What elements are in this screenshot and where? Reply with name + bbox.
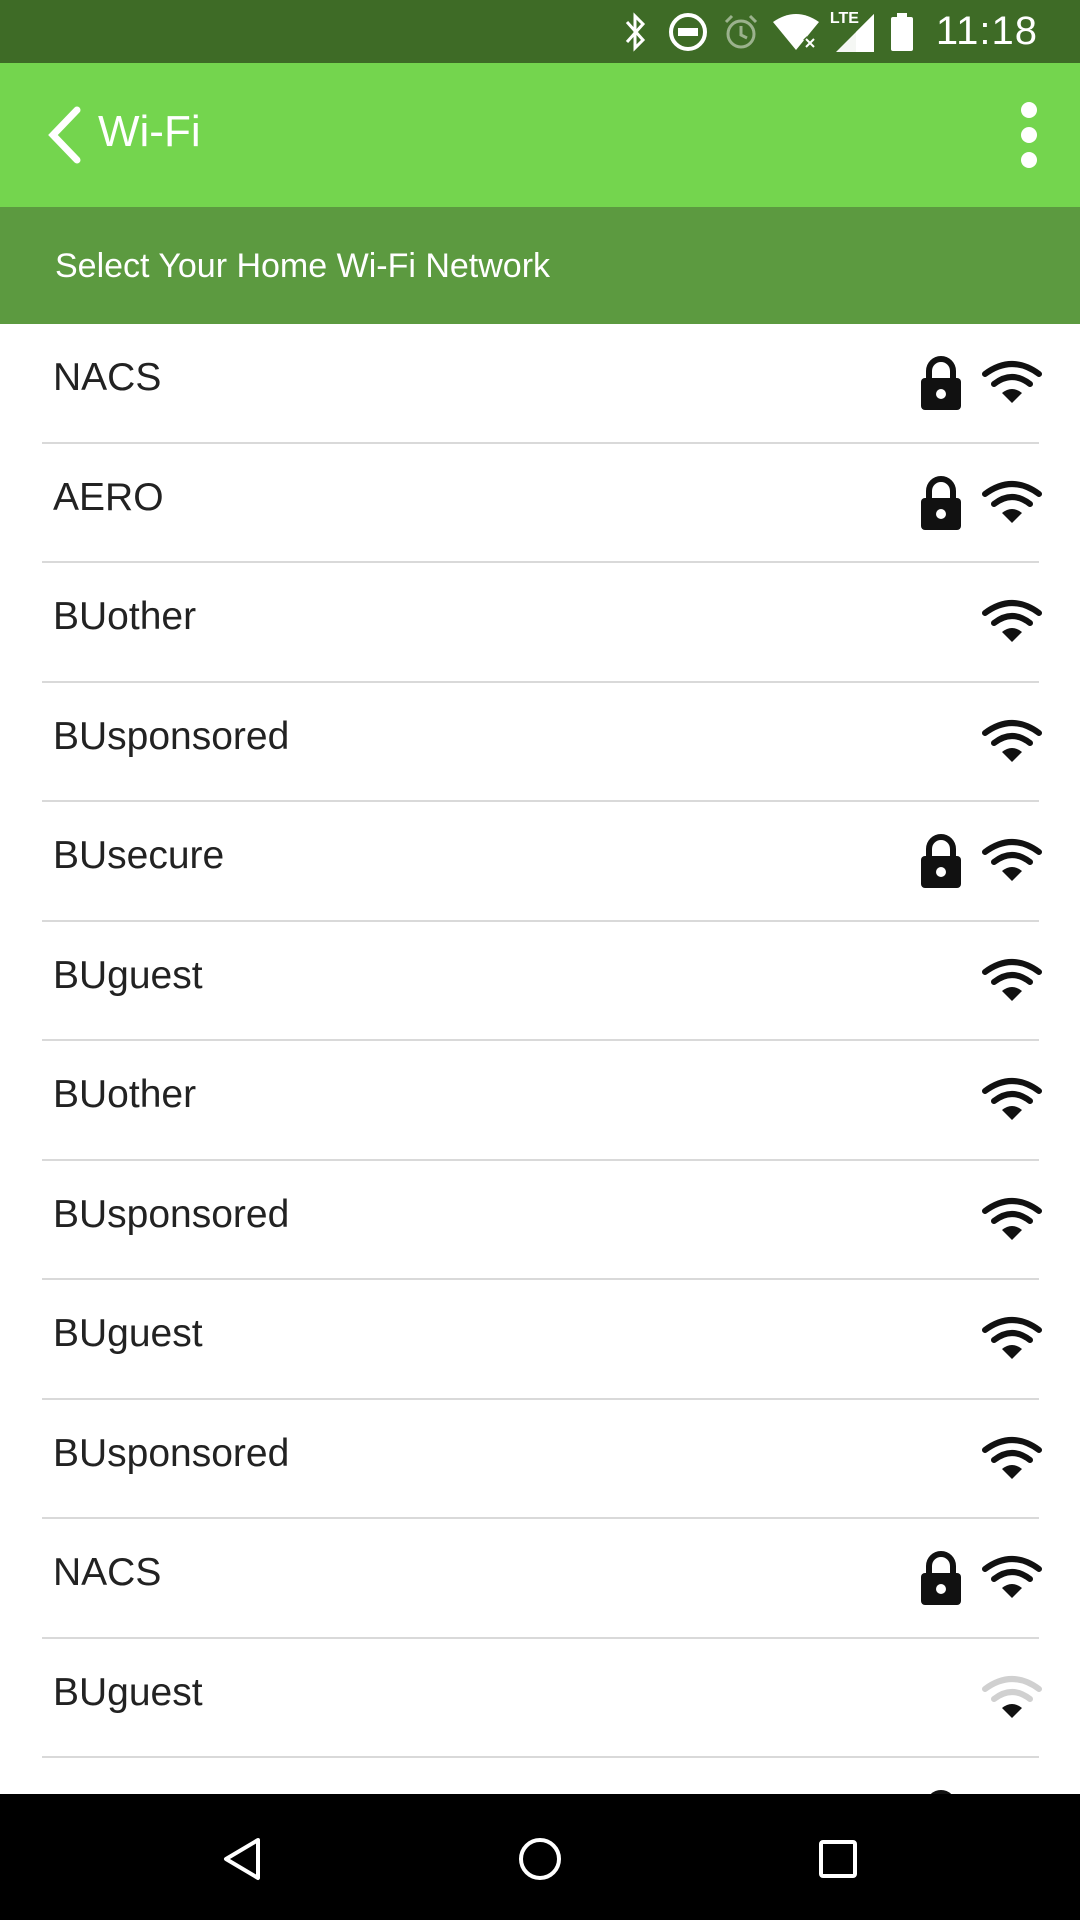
wifi-no-internet-icon [766, 0, 826, 63]
alarm-icon [716, 0, 766, 63]
network-row[interactable]: BUguest [0, 1280, 1080, 1400]
wifi-signal-full-icon [982, 958, 1042, 1004]
network-name: NACS [53, 1551, 162, 1594]
network-name: BUother [53, 595, 197, 638]
home-nav-button[interactable] [505, 1824, 575, 1894]
network-name: BUother [53, 1073, 197, 1116]
wifi-signal-full-icon [982, 719, 1042, 765]
network-row[interactable]: BUother [0, 1041, 1080, 1161]
wifi-signal-full-icon [982, 480, 1042, 526]
wifi-signal-full-icon [982, 1436, 1042, 1482]
network-row[interactable]: BUsponsored [0, 1400, 1080, 1519]
back-nav-button[interactable] [207, 1824, 277, 1894]
lock-icon [918, 834, 964, 890]
recents-nav-icon [819, 1840, 857, 1878]
network-name: BUsponsored [53, 714, 290, 758]
network-name: BUguest [53, 1312, 203, 1355]
bluetooth-icon [612, 0, 660, 63]
network-row[interactable]: NACS [0, 1519, 1080, 1639]
network-row[interactable]: BUother [0, 563, 1080, 683]
network-name: AERO [53, 475, 164, 519]
network-name: BUsecure [53, 834, 225, 877]
network-name: BUsponsored [53, 1431, 290, 1475]
wifi-signal-full-icon [982, 1197, 1042, 1243]
network-name: BUsponsored [53, 1192, 290, 1236]
network-name: NACS [53, 356, 162, 399]
network-row[interactable]: BUguest [0, 1639, 1080, 1758]
system-nav-bar [0, 1794, 1080, 1920]
network-row[interactable]: AERO [0, 444, 1080, 563]
network-row[interactable]: BUsecure [0, 802, 1080, 922]
battery-icon [882, 0, 922, 63]
back-nav-icon [224, 1838, 260, 1880]
network-row[interactable]: NACS [0, 324, 1080, 444]
lock-icon [918, 1551, 964, 1607]
recents-nav-button[interactable] [803, 1824, 873, 1894]
section-header-text: Select Your Home Wi-Fi Network [55, 247, 551, 285]
wifi-signal-full-icon [982, 599, 1042, 645]
network-row[interactable]: BUsponsored [0, 1161, 1080, 1280]
network-name: BUguest [53, 953, 203, 997]
clock: 11:18 [935, 9, 1038, 53]
back-button[interactable] [30, 103, 100, 167]
wifi-signal-full-icon [982, 1316, 1042, 1362]
do-not-disturb-icon [660, 0, 716, 63]
lock-icon [918, 475, 964, 532]
wifi-signal-full-icon [982, 1555, 1042, 1601]
network-name: BUguest [53, 1670, 203, 1714]
network-type-label: LTE [829, 10, 859, 27]
wifi-signal-full-icon [982, 1077, 1042, 1123]
overflow-menu-button[interactable] [1004, 99, 1054, 171]
section-header: Select Your Home Wi-Fi Network [0, 207, 1080, 324]
page-title: Wi-Fi [98, 107, 201, 156]
network-row[interactable]: BUsponsored [0, 683, 1080, 802]
home-nav-icon [519, 1838, 561, 1880]
more-vert-icon [1021, 102, 1037, 168]
wifi-signal-weak-icon [982, 1675, 1042, 1721]
network-list[interactable]: NACS AERO BUother BUsponsored BUsecure BUgues… [0, 324, 1080, 1794]
network-row-partial[interactable] [0, 1758, 1080, 1794]
lte-signal-icon: LTE [826, 0, 882, 63]
wifi-signal-full-icon [982, 360, 1042, 406]
app-bar: Wi-Fi [0, 63, 1080, 207]
chevron-left-icon [48, 106, 81, 164]
wifi-signal-full-icon [982, 838, 1042, 884]
network-row[interactable]: BUguest [0, 922, 1080, 1041]
lock-icon [918, 356, 964, 412]
status-bar: LTE 11:18 [0, 0, 1080, 63]
